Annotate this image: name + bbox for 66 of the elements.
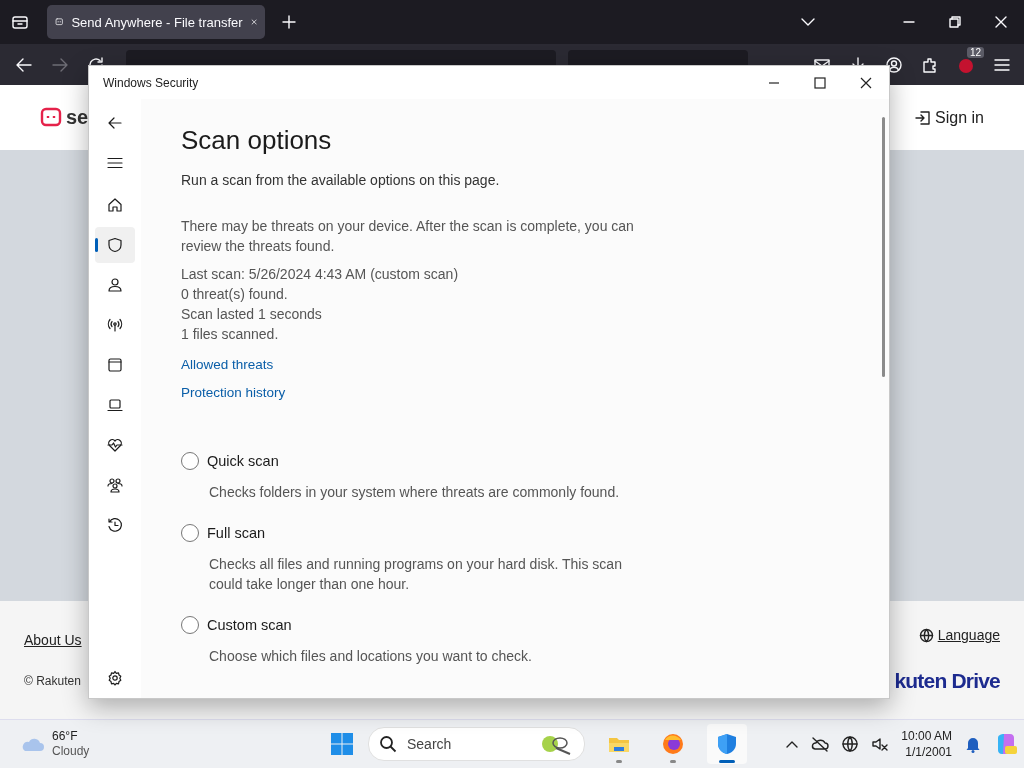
search-icon	[379, 735, 397, 753]
menu-icon[interactable]	[107, 155, 123, 171]
person-icon	[107, 277, 123, 293]
people-icon	[107, 477, 123, 493]
restore-icon[interactable]	[949, 16, 961, 28]
tab-list-icon[interactable]	[11, 13, 29, 31]
scan-detail-text: 1 files scanned.	[181, 325, 280, 344]
clock-time[interactable]: 10:00 AM	[901, 728, 952, 744]
browser-window-icon	[107, 357, 123, 373]
speaker-muted-icon[interactable]	[871, 735, 890, 753]
subtitle-text: Run a scan from the available options on this page.	[181, 172, 501, 188]
logo-text: se	[66, 106, 89, 129]
back-icon[interactable]	[107, 115, 123, 131]
account-icon[interactable]	[885, 55, 903, 74]
laptop-icon	[107, 397, 123, 413]
shield-nav-item[interactable]	[95, 227, 135, 263]
page-heading: Scan options	[181, 125, 333, 156]
radio-button[interactable]	[181, 616, 199, 634]
puzzle-icon[interactable]	[921, 55, 939, 74]
link[interactable]: Allowed threats	[181, 357, 274, 372]
settings-icon[interactable]	[107, 670, 123, 686]
about-us-link[interactable]: About Us	[24, 632, 82, 648]
close-icon[interactable]	[860, 76, 872, 89]
window-title: Windows Security	[103, 75, 199, 90]
globe-icon	[918, 627, 934, 643]
radio-button[interactable]	[181, 524, 199, 542]
firefox-icon	[661, 732, 685, 756]
info-text: There may be threats on your device. After the scan is complete, you can review the threats found.	[181, 217, 635, 256]
option-label[interactable]: Full scan	[207, 525, 266, 541]
scrollbar[interactable]	[882, 117, 885, 377]
shield-icon	[107, 237, 123, 253]
logo-icon[interactable]	[40, 106, 62, 129]
shield-icon	[715, 732, 739, 756]
antenna-icon	[107, 317, 123, 333]
new-tab-icon[interactable]	[281, 14, 297, 30]
history-icon	[107, 517, 123, 533]
link[interactable]: Protection history	[181, 385, 286, 400]
option-label[interactable]: Quick scan	[207, 453, 279, 469]
clock-date[interactable]: 1/1/2001	[905, 744, 952, 760]
windows-logo-icon[interactable]	[330, 732, 354, 756]
sign-in-link[interactable]: Sign in	[915, 108, 984, 127]
option-description: Checks folders in your system where threats are commonly found.	[209, 483, 621, 502]
scan-detail-text: Scan lasted 1 seconds	[181, 305, 323, 324]
option-description: Choose which files and locations you want to check.	[209, 647, 533, 666]
heart-pulse-icon	[107, 437, 123, 453]
copyright-text: © Rakuten	[24, 674, 82, 688]
option-label[interactable]: Custom scan	[207, 617, 292, 633]
option-description: Checks all files and running programs on your hard disk. This scan could take longer than one hour.	[209, 555, 623, 594]
taskbar-search-field[interactable]: Search	[368, 727, 585, 761]
globe-icon[interactable]	[841, 735, 860, 753]
bell-icon[interactable]	[964, 735, 982, 753]
radio-button[interactable]	[181, 452, 199, 470]
tab-title: Send Anywhere - File transfer	[71, 14, 243, 30]
brand-logo: kuten Drive	[894, 669, 1000, 693]
weather-text: Cloudy	[52, 744, 90, 759]
language-link[interactable]: Language	[918, 627, 1000, 643]
browser-tab[interactable]: Send Anywhere - File transfer	[47, 5, 265, 39]
scan-detail-text: Last scan: 5/26/2024 4:43 AM (custom scan)	[181, 265, 460, 284]
notification-badge: 12	[966, 46, 984, 58]
temperature-text: 66°F	[52, 729, 79, 744]
scan-detail-text: 0 threat(s) found.	[181, 285, 289, 304]
shield-app-button[interactable]	[707, 724, 747, 764]
cloud-off-icon[interactable]	[811, 735, 830, 753]
home-icon	[107, 197, 123, 213]
maximize-icon[interactable]	[814, 76, 826, 89]
sign-in-icon	[915, 109, 932, 126]
